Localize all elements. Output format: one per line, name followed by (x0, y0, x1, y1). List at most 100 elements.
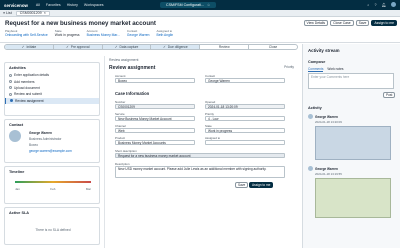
nav-workspaces[interactable]: Workspaces (84, 3, 104, 7)
priority-label: Priority (284, 65, 294, 69)
timeline-label: Mar (85, 187, 91, 191)
tab-case[interactable]: CSM0001209 × (15, 10, 50, 16)
page-title: Request for a new business money market … (5, 20, 156, 27)
status-circle-icon (9, 80, 12, 84)
timeline-bar (15, 181, 91, 183)
activities-title: Activities (9, 66, 26, 70)
save-button[interactable]: Save (355, 20, 370, 26)
tab-list-label: List (6, 11, 12, 15)
description-field[interactable]: New USD money market account. Please add… (115, 166, 285, 178)
review-assignment-form: Review assignment Review assignment Prio… (104, 56, 298, 248)
help-icon[interactable]: ? (374, 3, 376, 7)
check-icon: ✓ (114, 45, 118, 49)
activity-item-selected[interactable]: Review assignment (5, 97, 99, 104)
contact-email[interactable]: george.warren@example.com (25, 148, 76, 154)
contact-panel: Contact George Warren Business Administr… (4, 119, 100, 163)
search-icon[interactable]: ⌕ (367, 3, 369, 7)
comment-input[interactable]: Enter your Comments here (308, 73, 394, 89)
check-icon: ✓ (163, 45, 166, 49)
entry-timestamp: 2024-01-18 13:20:09 (315, 120, 342, 124)
meta-value: Work in progress (54, 33, 80, 37)
stage-label: Initiate (26, 45, 37, 49)
document-image[interactable] (315, 126, 391, 160)
entry-author: George Warren (315, 114, 338, 119)
meta-playbook: Playbook Onboarding with Self-Service (5, 29, 48, 37)
nav-history[interactable]: History (67, 3, 78, 7)
entry-timestamp: 2024-01-18 13:19:55 (315, 172, 342, 176)
assign-to-me-button[interactable]: Assign to me (371, 20, 397, 26)
meta-value[interactable]: George Warren (127, 33, 150, 37)
sla-panel: Active SLA There is no SLA defined (4, 207, 100, 245)
activity-stream-title: Activity stream (308, 48, 340, 53)
meta-value[interactable]: Onboarding with Self-Service (5, 33, 48, 37)
activity-label: Review assignment (15, 98, 44, 103)
status-circle-icon (10, 99, 13, 103)
meta-value[interactable]: Business Money Mar... (87, 33, 120, 37)
check-icon: ✓ (21, 45, 25, 49)
tab-comments[interactable]: Comments (308, 67, 324, 72)
workspace-title: CSM/FSM Configurati... (166, 3, 204, 7)
assigned-to-field[interactable] (205, 140, 285, 145)
document-image[interactable] (315, 178, 391, 218)
sla-title: Active SLA (9, 211, 30, 215)
workspace-tabs: ≡ List CSM0001209 × (0, 10, 400, 17)
avatar (308, 166, 313, 171)
star-icon[interactable]: ☆ (207, 3, 210, 7)
product-field[interactable]: Business Money Market Accounts (115, 140, 195, 145)
short-description-field[interactable]: Request for a new business money market … (115, 153, 285, 158)
activity-label: Add members (14, 79, 35, 84)
bell-icon[interactable]: 🔔︎ (381, 3, 386, 7)
close-case-button[interactable]: Close Case (330, 20, 354, 26)
stage-close[interactable]: Close (249, 45, 297, 49)
priority-select[interactable]: 4 - Low (205, 116, 285, 121)
stage-review[interactable]: Review (200, 45, 250, 49)
channel-select[interactable]: Web (115, 128, 195, 133)
avatar (9, 130, 21, 142)
timeline-label: Jan (15, 187, 20, 191)
opened-field: 2024-01-18 13:20:09 (205, 104, 285, 109)
section-heading: Case Information (115, 91, 150, 96)
form-title: Review assignment (109, 65, 156, 71)
activity-label: Upload document (14, 85, 40, 90)
close-icon[interactable]: × (44, 11, 46, 15)
stage-label: Review (218, 45, 230, 49)
post-button[interactable]: Post (383, 92, 396, 98)
avatar (308, 114, 313, 119)
account-field[interactable]: Boxeo (115, 78, 195, 83)
stage-label: Due diligence (167, 45, 188, 49)
tab-work-notes[interactable]: Work notes (327, 67, 343, 72)
stage-label: Data capture (119, 45, 139, 49)
meta-assigned: Assigned to Beth Anglin (157, 29, 174, 37)
meta-value[interactable]: Beth Anglin (157, 33, 174, 37)
timeline-panel: Timeline Jan Feb Mar (4, 166, 100, 204)
stage-label: Pre approval (70, 45, 90, 49)
tab-case-label: CSM0001209 (19, 11, 42, 15)
form-assign-button[interactable]: Assign to me (249, 182, 274, 188)
service-field[interactable]: New Business Money Market Account (115, 116, 195, 121)
form-save-button[interactable]: Save (235, 182, 249, 188)
contact-title: Contact (9, 123, 24, 127)
stage-due-diligence[interactable]: ✓ Due diligence (151, 45, 201, 49)
servicenow-logo[interactable]: servicenow (4, 3, 28, 8)
nav-favorites[interactable]: Favorites (46, 3, 61, 7)
avatar[interactable] (391, 2, 396, 7)
compose-heading: Compose (308, 60, 326, 64)
meta-state: State Work in progress (55, 29, 80, 37)
stage-data-capture[interactable]: ✓ Data capture (102, 45, 152, 49)
meta-contact: Contact George Warren (127, 29, 150, 37)
workspace-switcher[interactable]: CSM/FSM Configurati... ☆ (160, 2, 217, 8)
timeline-title: Timeline (9, 170, 25, 174)
contact-field[interactable]: George Warren (205, 78, 285, 83)
stage-initiate[interactable]: ✓ Initiate (5, 45, 54, 49)
activity-heading: Activity (308, 106, 322, 110)
stage-pre-approval[interactable]: ✓ Pre approval (53, 45, 103, 49)
activity-label: Review and submit (14, 92, 42, 97)
stage-label: Close (268, 45, 278, 49)
view-details-button[interactable]: View Details (303, 20, 329, 26)
status-circle-icon (9, 86, 12, 90)
state-select[interactable]: Work in progress (205, 128, 285, 133)
nav-all[interactable]: All (36, 3, 40, 7)
tab-list[interactable]: ≡ List (3, 11, 12, 15)
playbook-stages: ✓ Initiate ✓ Pre approval ✓ Data capture ✓ D… (4, 44, 298, 50)
top-navigation: servicenow All Favorites History Workspa… (0, 0, 400, 10)
